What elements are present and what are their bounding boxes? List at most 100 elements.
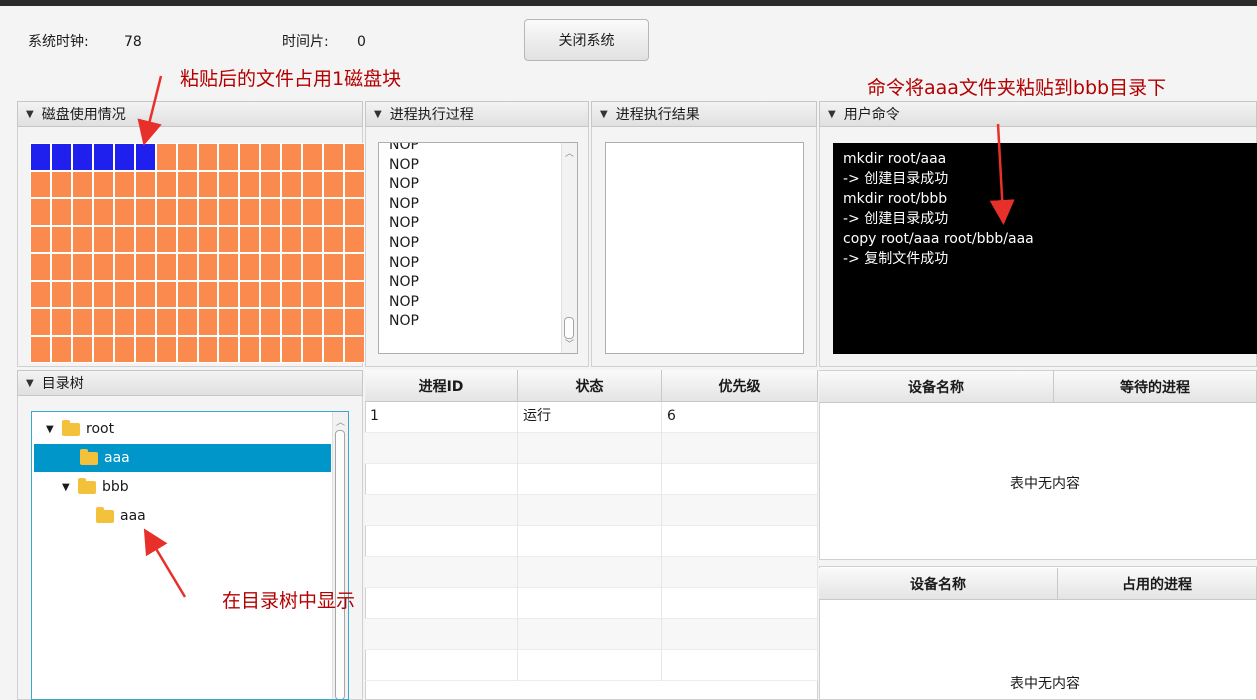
disk-block-free [155,335,177,363]
collapse-triangle-icon: ▼ [26,108,34,120]
exec-process-item[interactable]: NOP [379,156,419,176]
disk-block-free [281,170,303,198]
clock-label: 系统时钟: [28,34,89,50]
disk-block-free [260,335,282,363]
tree-node-aaa[interactable]: aaa [34,444,331,472]
collapse-triangle-icon: ▼ [26,377,34,389]
disk-block-free [281,225,303,253]
disk-block-free [218,308,240,336]
disk-block-free [155,170,177,198]
collapse-triangle-icon: ▼ [600,108,608,120]
exec-process-item[interactable]: NOP [379,254,419,274]
disk-block-free [30,225,51,253]
disk-block-used [71,143,93,171]
exec-result-list[interactable] [605,142,804,354]
exec-process-item[interactable]: NOP [379,312,419,332]
table-row[interactable]: 1 运行 6 [365,402,818,433]
tree-node-bbb[interactable]: ▼ bbb [34,473,331,501]
device-name-column-header[interactable]: 设备名称 [819,568,1058,600]
expanded-triangle-icon[interactable]: ▼ [46,424,62,435]
disk-block-free [113,170,135,198]
disk-usage-header[interactable]: ▼ 磁盘使用情况 [17,101,363,127]
table-row[interactable] [365,464,818,495]
disk-block-free [197,253,219,281]
scroll-down-icon[interactable]: ﹀ [565,337,574,350]
tree-annotation: 在目录树中显示 [222,590,356,612]
disk-block-free [239,308,261,336]
exec-process-item[interactable]: NOP [379,143,419,156]
scroll-up-icon[interactable]: ︿ [336,415,345,428]
table-cell [518,557,662,588]
process-id-column-header[interactable]: 进程ID [365,370,518,402]
table-cell [518,588,662,619]
tree-node-bbb-aaa[interactable]: aaa [34,502,331,530]
disk-block-free [50,170,72,198]
disk-block-free [197,198,219,226]
disk-block-free [155,198,177,226]
disk-block-free [134,253,156,281]
disk-block-free [197,335,219,363]
disk-block-used [92,143,114,171]
table-row[interactable] [365,588,818,619]
disk-block-free [176,253,198,281]
disk-block-free [113,198,135,226]
close-system-button[interactable]: 关闭系统 [524,19,649,61]
disk-block-free [281,335,303,363]
scroll-thumb[interactable] [335,430,345,699]
disk-block-free [344,198,365,226]
table-row[interactable] [365,433,818,464]
device-use-empty-message: 表中无内容 [1010,676,1080,692]
disk-block-free [92,225,114,253]
exec-process-item[interactable]: NOP [379,234,419,254]
exec-process-list[interactable]: NOP NOP NOP NOP NOP NOP NOP NOP NOP NOP ︿ ﹀ [378,142,578,354]
disk-block-free [134,335,156,363]
user-command-header[interactable]: ▼ 用户命令 [819,101,1257,127]
table-row[interactable] [365,495,818,526]
process-priority-column-header[interactable]: 优先级 [662,370,818,402]
disk-block-free [113,225,135,253]
exec-process-item[interactable]: NOP [379,214,419,234]
table-row[interactable] [365,526,818,557]
dir-tree-header[interactable]: ▼ 目录树 [17,370,363,396]
waiting-process-column-header[interactable]: 等待的进程 [1054,371,1257,403]
disk-block-free [239,170,261,198]
tree-node-root[interactable]: ▼ root [34,415,331,443]
exec-process-item[interactable]: NOP [379,273,419,293]
disk-block-free [134,308,156,336]
disk-block-free [155,225,177,253]
exec-process-item[interactable]: NOP [379,293,419,313]
expanded-triangle-icon[interactable]: ▼ [62,482,78,493]
timeslice-value: 0 [357,34,366,50]
timeslice-label: 时间片: [282,34,329,50]
disk-block-free [218,225,240,253]
disk-block-free [239,335,261,363]
table-row[interactable] [365,650,818,681]
disk-block-free [239,280,261,308]
dir-tree-scrollbar[interactable]: ︿ [332,412,348,699]
scroll-up-icon[interactable]: ︿ [565,146,574,159]
table-row[interactable] [365,557,818,588]
disk-block-free [281,198,303,226]
table-cell [365,495,518,526]
disk-block-free [323,308,345,336]
exec-process-header[interactable]: ▼ 进程执行过程 [365,101,589,127]
scroll-thumb[interactable] [564,317,574,339]
table-row[interactable] [365,619,818,650]
disk-block-grid [30,143,365,363]
disk-block-free [218,280,240,308]
user-command-console[interactable]: mkdir root/aaa -> 创建目录成功 mkdir root/bbb -> … [833,143,1257,354]
disk-block-free [50,335,72,363]
device-name-column-header[interactable]: 设备名称 [819,371,1054,403]
disk-block-free [239,253,261,281]
disk-block-free [134,198,156,226]
exec-result-header[interactable]: ▼ 进程执行结果 [591,101,817,127]
table-cell [518,619,662,650]
exec-process-scrollbar[interactable]: ︿ ﹀ [561,143,577,353]
occupying-process-column-header[interactable]: 占用的进程 [1058,568,1257,600]
disk-block-free [323,335,345,363]
exec-process-item[interactable]: NOP [379,175,419,195]
exec-process-item[interactable]: NOP [379,195,419,215]
process-state-column-header[interactable]: 状态 [518,370,662,402]
disk-block-free [197,225,219,253]
table-cell: 6 [662,402,818,433]
